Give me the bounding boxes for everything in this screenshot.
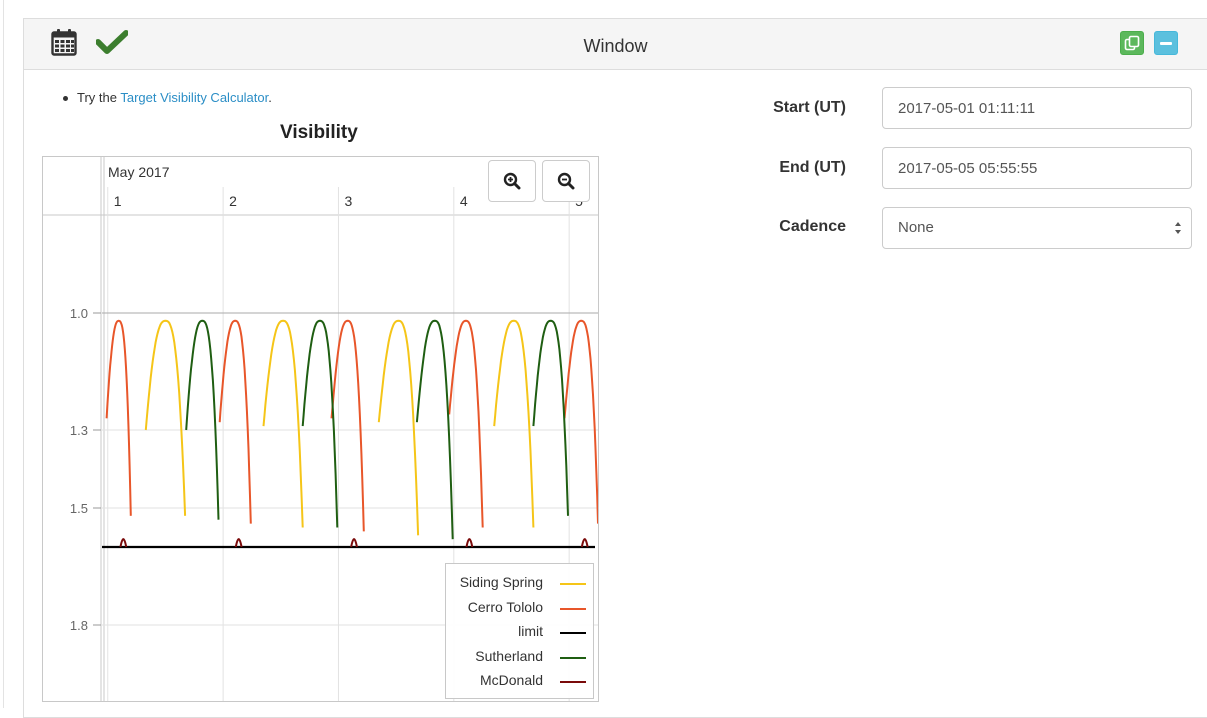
mcdonald-arc: [580, 538, 589, 548]
legend-label: Siding Spring: [459, 574, 543, 590]
siding-spring-arc: [377, 319, 420, 536]
x-tick-label: 4: [460, 193, 468, 209]
y-tick-label: 1.0: [70, 306, 88, 321]
mcdonald-arc: [350, 538, 358, 548]
zoom-in-button[interactable]: [488, 160, 536, 202]
zoom-in-icon: [503, 172, 521, 190]
y-tick-label: 1.3: [70, 423, 88, 438]
mcdonald-arc: [234, 538, 243, 548]
chart-legend: Siding Spring Cerro Tololo limit Sutherl…: [445, 563, 594, 699]
siding-spring-arc: [262, 319, 304, 528]
legend-swatch: [560, 608, 586, 610]
sutherland-arc: [301, 319, 339, 528]
minimize-button[interactable]: [1154, 31, 1178, 55]
legend-label: Cerro Tololo: [467, 599, 543, 615]
siding-spring-arc: [493, 319, 535, 528]
x-tick-label: 2: [229, 193, 237, 209]
legend-swatch: [560, 657, 586, 659]
legend-swatch: [560, 632, 586, 634]
minimize-icon: [1160, 41, 1172, 45]
x-month-label: May 2017: [108, 164, 170, 180]
copy-button[interactable]: [1120, 31, 1144, 55]
start-label: Start (UT): [773, 99, 846, 116]
x-tick-label: 3: [344, 193, 352, 209]
legend-swatch: [560, 681, 586, 683]
legend-label: McDonald: [479, 672, 543, 688]
intro-prefix: Try the: [77, 90, 121, 105]
x-tick-label: 1: [114, 193, 122, 209]
bullet: [63, 96, 68, 102]
start-datetime-input[interactable]: [882, 87, 1192, 129]
cerro-tololo-arc: [105, 319, 132, 516]
y-tick-label: 1.5: [70, 501, 88, 516]
mcdonald-arc: [465, 538, 474, 548]
siding-spring-arc: [144, 319, 187, 516]
cadence-select[interactable]: None: [882, 207, 1192, 249]
select-arrows-icon: [1175, 222, 1181, 234]
chart-title: Visibility: [280, 122, 358, 143]
legend-label: Sutherland: [475, 648, 543, 664]
mcdonald-arc: [119, 538, 128, 548]
copy-icon: [1124, 35, 1140, 51]
y-tick-label: 1.8: [70, 618, 88, 633]
zoom-out-icon: [557, 172, 575, 190]
target-visibility-calculator-link[interactable]: Target Visibility Calculator: [120, 90, 268, 105]
cadence-value: None: [898, 219, 934, 236]
panel-header: Window: [24, 19, 1207, 70]
legend-swatch: [560, 583, 586, 585]
sutherland-arc: [185, 319, 220, 520]
intro-suffix: .: [268, 90, 272, 105]
legend-label: limit: [518, 623, 543, 639]
intro-line: Try the Target Visibility Calculator.: [63, 90, 272, 105]
sutherland-arc: [532, 319, 569, 516]
zoom-out-button[interactable]: [542, 160, 590, 202]
end-datetime-input[interactable]: [882, 147, 1192, 189]
cerro-tololo-arc: [218, 319, 252, 524]
end-label: End (UT): [779, 159, 846, 176]
page-left-rule: [3, 0, 4, 708]
cadence-label: Cadence: [779, 218, 846, 235]
panel-title: Window: [583, 36, 648, 56]
